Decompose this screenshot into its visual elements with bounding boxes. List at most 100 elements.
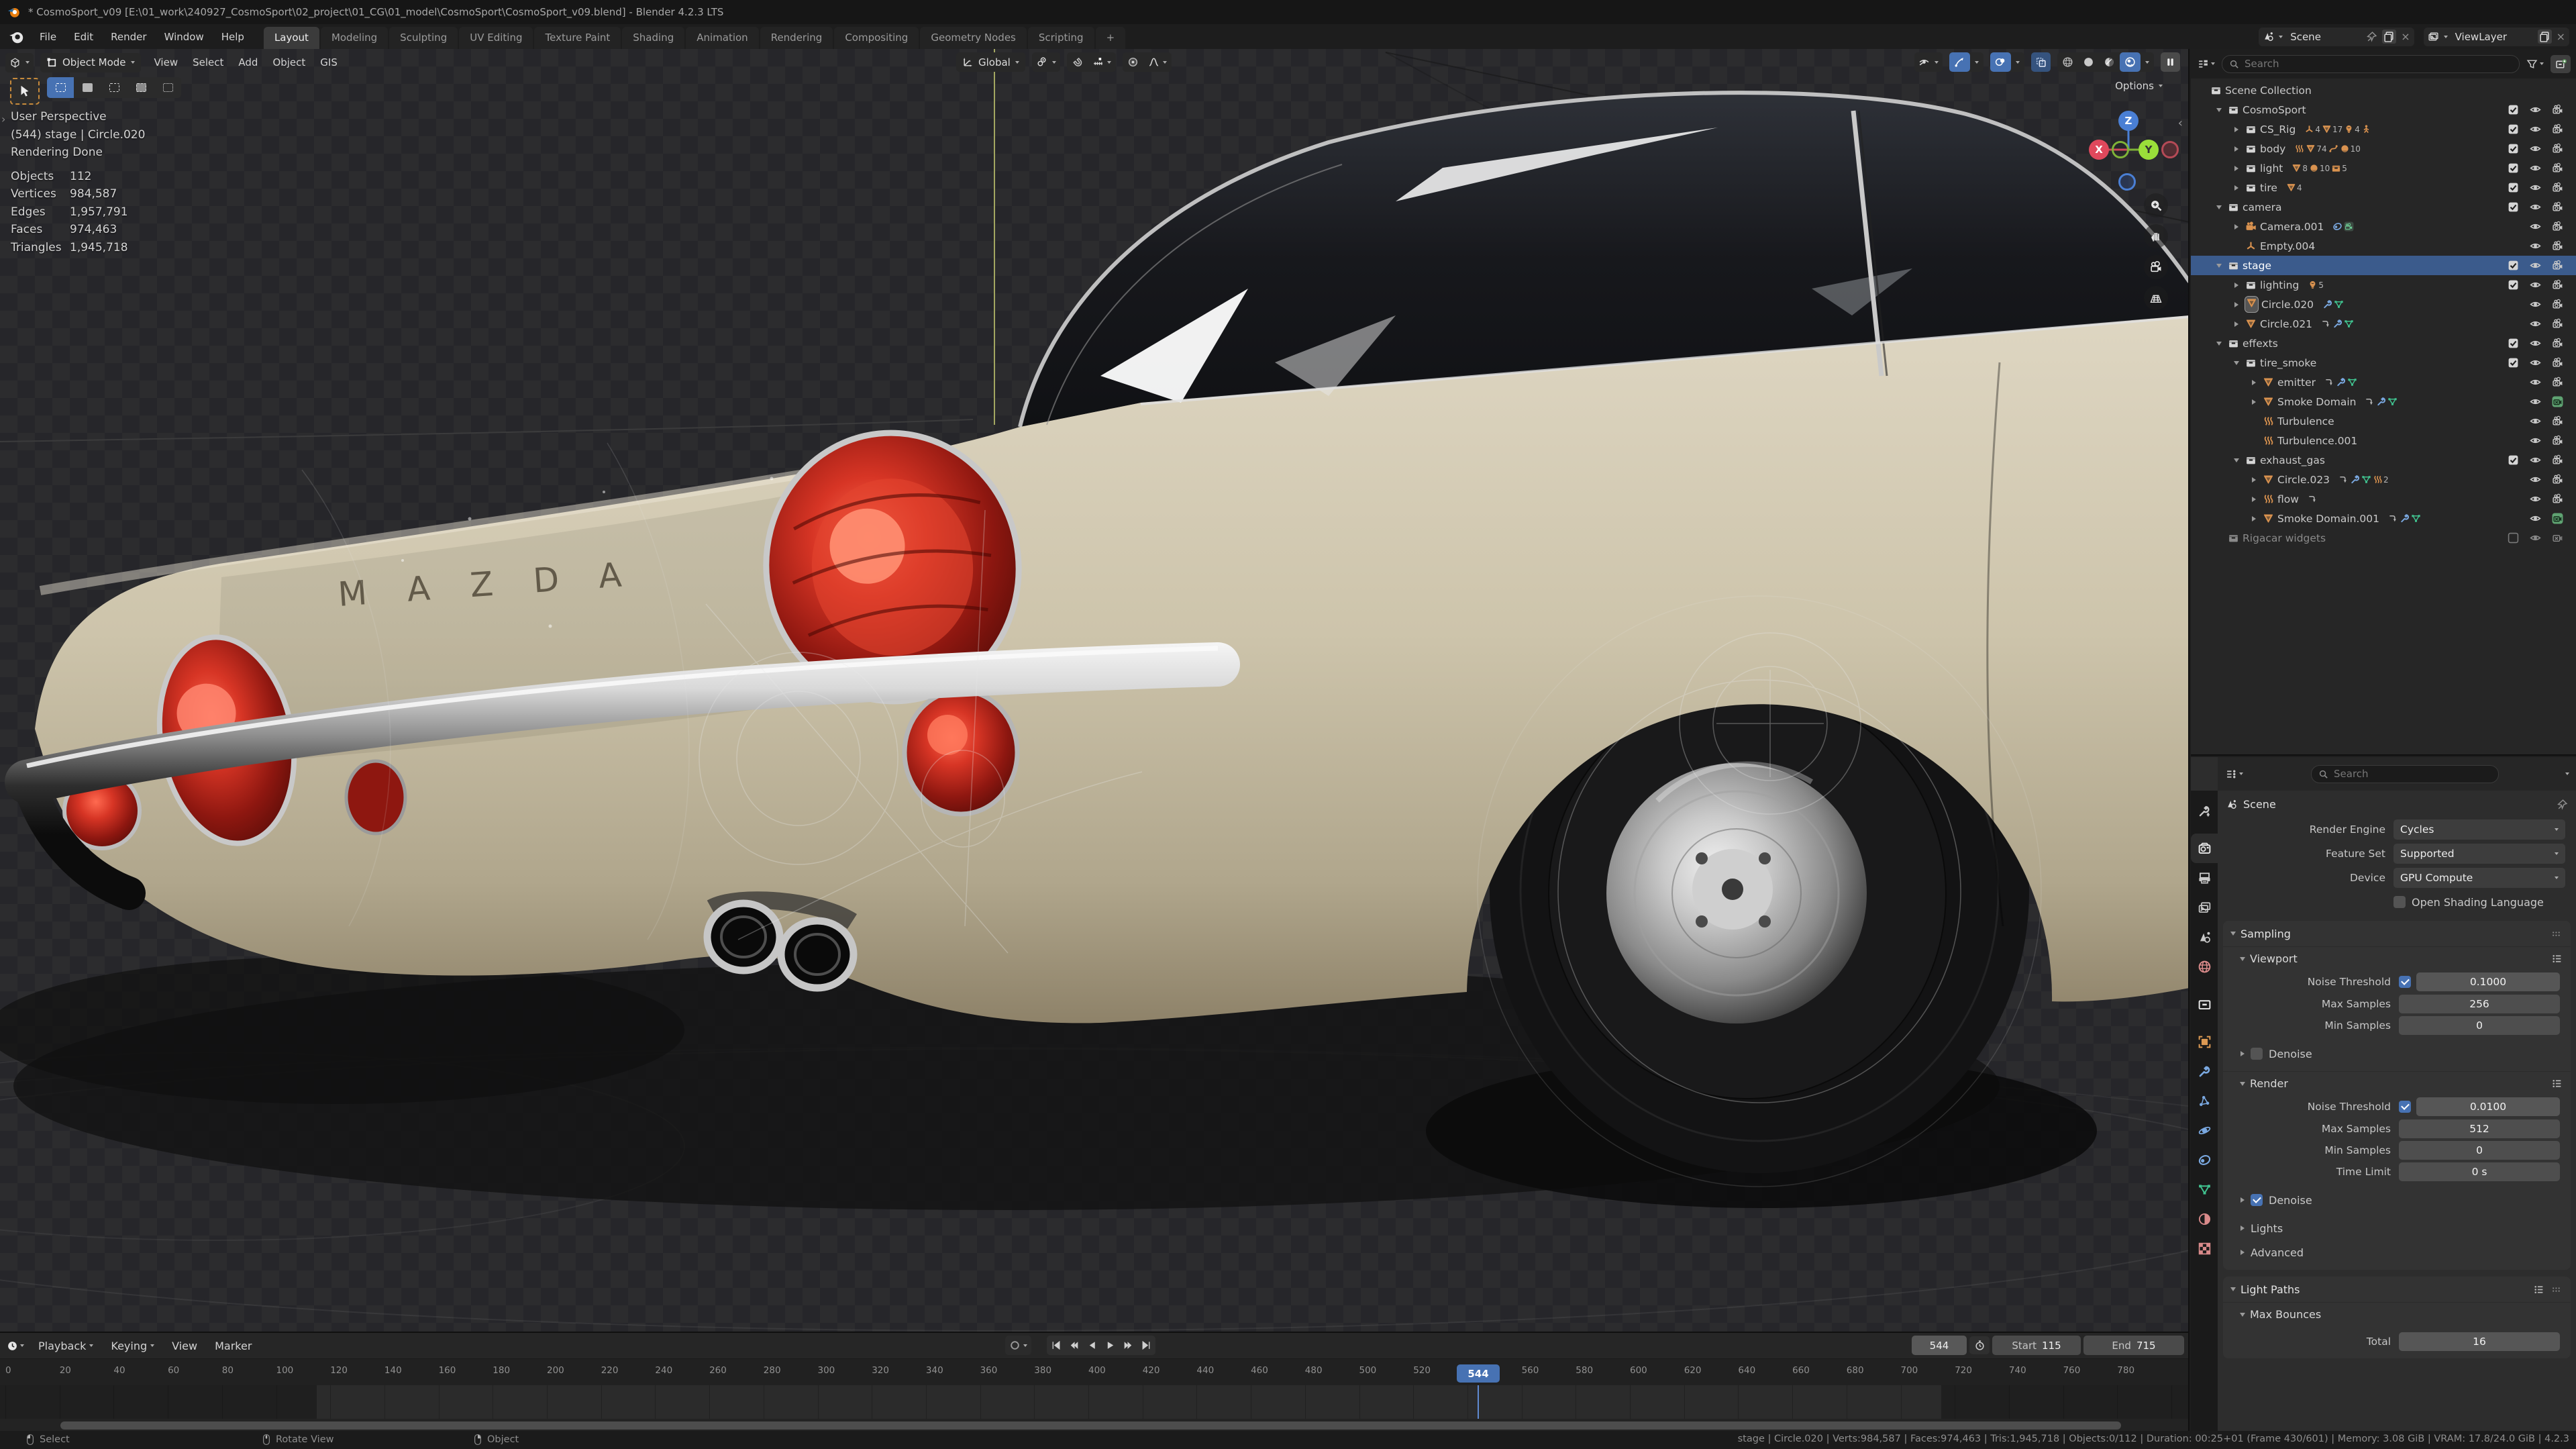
render-toggle[interactable] [2548,143,2567,154]
editor-type-button[interactable] [5,53,34,72]
exclude-checkbox[interactable] [2504,123,2522,135]
viewport-denoise-checkbox[interactable] [2251,1048,2263,1060]
timeline-tracks[interactable] [0,1385,2188,1419]
gizmo-z-axis[interactable]: Z [2118,111,2139,131]
render-toggle[interactable] [2548,415,2567,427]
sampling-panel-header[interactable]: Sampling [2223,921,2571,946]
outliner-item-label[interactable]: Rigacar widgets [2243,532,2326,544]
overlays-dropdown[interactable] [2011,52,2024,72]
presets-icon[interactable] [2533,1284,2544,1295]
viewport-3d[interactable]: MAZDA Object Mode [0,49,2189,1332]
total-bounces-field[interactable]: 16 [2399,1332,2560,1351]
render-toggle[interactable] [2548,532,2567,544]
gizmo-controls[interactable] [1949,52,1983,72]
outliner-item-label[interactable]: Circle.021 [2260,318,2312,330]
new-viewlayer-icon[interactable] [2538,30,2552,44]
expand-toggle[interactable] [2234,146,2238,152]
render-toggle[interactable] [2548,474,2567,485]
expand-cell[interactable] [2249,399,2259,405]
properties-search-input[interactable]: Search [2311,765,2499,783]
zoom-button[interactable] [2144,193,2168,217]
viewlayer-browse-chevron[interactable] [2444,36,2448,38]
scene-selector[interactable]: Scene × [2259,28,2414,46]
sampling-render-header[interactable]: Render [2223,1071,2571,1095]
expand-toggle[interactable] [2234,361,2239,365]
outliner-item-label[interactable]: emitter [2277,377,2316,389]
jump-to-end-button[interactable] [1137,1336,1155,1355]
outliner-row[interactable]: Circle.020 [2191,295,2576,314]
expand-cell[interactable] [2231,458,2242,463]
expand-cell[interactable] [2214,205,2224,210]
toolbar-expand-arrow[interactable]: › [1,113,5,126]
outliner-item-label[interactable]: CS_Rig [2260,123,2296,136]
outliner-row[interactable]: Smoke Domain.001 [2191,509,2576,528]
workspace-tab-texture-paint[interactable]: Texture Paint [534,27,621,49]
orientation-dropdown[interactable]: Global [956,52,1025,72]
render-toggle[interactable] [2548,357,2567,368]
expand-toggle[interactable] [2216,205,2222,209]
outliner-row[interactable]: tire_smoke [2191,353,2576,372]
properties-tab-view-layer[interactable] [2191,893,2218,922]
outliner-item-label[interactable]: light [2260,162,2283,174]
breadcrumb-scene-label[interactable]: Scene [2243,798,2276,811]
expand-toggle[interactable] [2234,321,2238,327]
viewport-menu-select[interactable]: Select [186,54,230,71]
hide-eye-toggle[interactable] [2526,415,2544,427]
exclude-checkbox[interactable] [2504,532,2522,544]
workspace-tab-sculpting[interactable]: Sculpting [389,27,458,49]
timeline-menu-playback[interactable]: Playback [30,1337,102,1355]
outliner-row[interactable]: emitter [2191,372,2576,392]
timeline-menu-marker[interactable]: Marker [206,1337,260,1355]
sidebar-collapse-arrow[interactable]: ‹ [2178,116,2183,130]
gizmo-x-neg-axis[interactable] [2161,141,2179,158]
hide-eye-toggle[interactable] [2526,299,2544,310]
drag-grid-icon[interactable] [2551,928,2563,940]
properties-tab-physics[interactable] [2191,1115,2218,1145]
hide-eye-toggle[interactable] [2526,260,2544,271]
workspace-tab-uv-editing[interactable]: UV Editing [459,27,533,49]
gizmo-z-neg-axis[interactable] [2118,173,2136,191]
outliner-row[interactable]: lighting5 [2191,275,2576,295]
properties-tab-output[interactable] [2191,863,2218,893]
render-toggle[interactable] [2548,299,2567,310]
expand-cell[interactable] [2231,283,2242,288]
outliner-item-label[interactable]: camera [2243,201,2282,213]
timeline-menu-view[interactable]: View [163,1337,206,1355]
expand-toggle[interactable] [2252,380,2256,385]
outliner-item-label[interactable]: stage [2243,260,2271,272]
menu-edit[interactable]: Edit [65,28,102,46]
outliner-item-label[interactable]: lighting [2260,279,2299,291]
hide-eye-toggle[interactable] [2526,357,2544,368]
exclude-checkbox[interactable] [2504,182,2522,193]
viewport-noise-threshold-field[interactable]: 0.1000 [2416,972,2560,991]
properties-tab-scene[interactable] [2191,922,2218,952]
render-disabled-toggle[interactable] [2548,396,2567,407]
hide-eye-toggle[interactable] [2526,143,2544,154]
outliner-item-label[interactable]: tire_smoke [2260,357,2316,369]
shading-solid-button[interactable] [2078,52,2099,72]
expand-cell[interactable] [2249,516,2259,521]
expand-toggle[interactable] [2234,185,2238,191]
shading-material-button[interactable] [2099,52,2120,72]
outliner-row[interactable]: CS_Rig4174 [2191,119,2576,139]
workspace-tab-shading[interactable]: Shading [622,27,684,49]
outliner-row[interactable]: Camera.001 [2191,217,2576,236]
properties-editor-type-dropdown[interactable] [2224,765,2245,783]
expand-cell[interactable] [2231,166,2242,171]
pin-icon[interactable] [2366,31,2377,42]
proportional-edit-controls[interactable] [1123,52,1172,72]
render-toggle[interactable] [2548,493,2567,505]
outliner-row[interactable]: Turbulence [2191,411,2576,431]
lights-subpanel[interactable]: Lights [2223,1216,2571,1240]
hide-eye-toggle[interactable] [2526,474,2544,485]
pan-button[interactable] [2144,224,2168,248]
show-overlays-toggle[interactable] [1990,52,2011,72]
pivot-point-dropdown[interactable] [1032,52,1060,72]
pin-icon[interactable] [2557,799,2568,810]
render-noise-threshold-checkbox[interactable] [2399,1101,2411,1113]
outliner-search-input[interactable]: Search [2222,55,2520,73]
new-collection-button[interactable] [2551,55,2571,73]
viewport-menu-view[interactable]: View [148,54,185,71]
render-toggle[interactable] [2548,201,2567,213]
expand-cell[interactable] [2231,146,2242,152]
